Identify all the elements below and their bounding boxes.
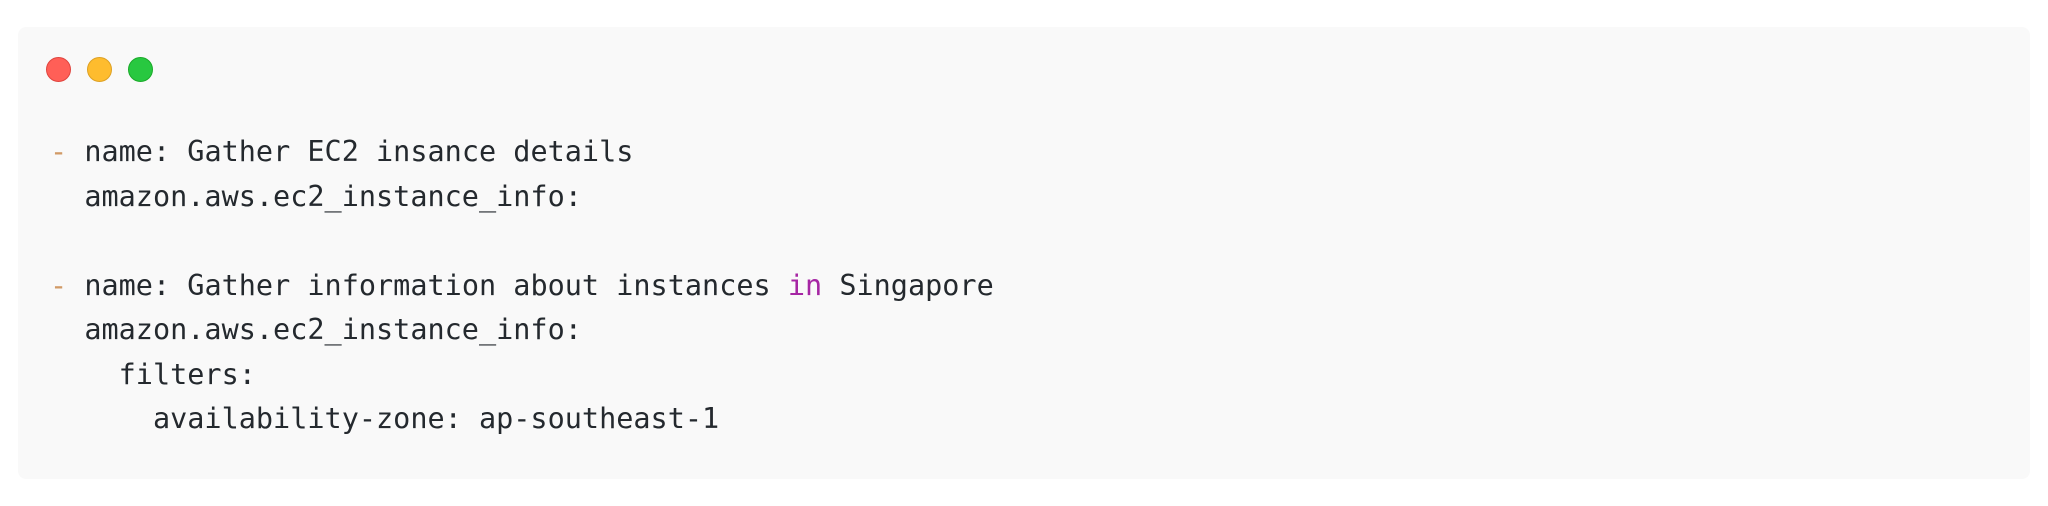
window-controls	[46, 57, 153, 82]
code-text: name: Gather information about instances	[67, 268, 788, 302]
code-line: amazon.aws.ec2_instance_info:	[50, 175, 994, 220]
code-line: availability-zone: ap-southeast-1	[50, 397, 994, 442]
code-window: - name: Gather EC2 insance details amazo…	[18, 27, 2030, 479]
list-dash: -	[50, 268, 68, 302]
code-text: filters:	[50, 357, 256, 391]
minimize-window-icon[interactable]	[87, 57, 112, 82]
code-text: availability-zone: ap-southeast-1	[50, 402, 720, 435]
code-text: amazon.aws.ec2_instance_info:	[50, 313, 582, 346]
code-keyword: in	[787, 268, 823, 302]
code-line: - name: Gather EC2 insance details	[50, 130, 994, 175]
code-line: filters:	[50, 353, 994, 398]
code-line: amazon.aws.ec2_instance_info:	[50, 308, 994, 353]
code-line: - name: Gather information about instanc…	[50, 264, 994, 309]
code-text: amazon.aws.ec2_instance_info:	[50, 179, 582, 213]
code-text: name: Gather EC2 insance details	[67, 135, 634, 168]
close-window-icon[interactable]	[46, 57, 71, 82]
maximize-window-icon[interactable]	[128, 57, 153, 82]
list-dash: -	[50, 135, 68, 168]
code-text: Singapore	[822, 268, 994, 302]
code-block: - name: Gather EC2 insance details amazo…	[50, 130, 994, 442]
